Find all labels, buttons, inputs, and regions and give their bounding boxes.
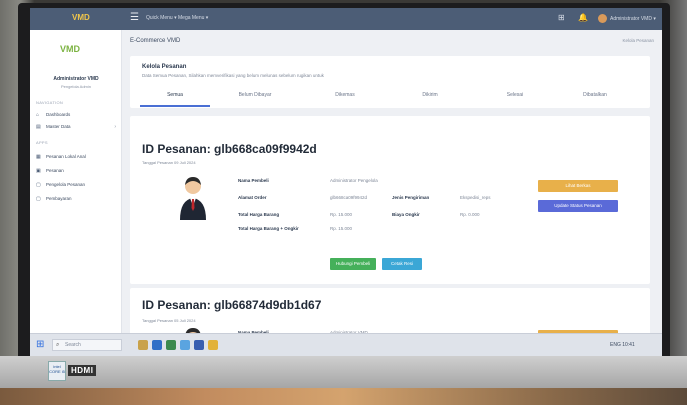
taskbar-search[interactable]: ⌕ Search xyxy=(52,339,122,351)
sidebar-section-navigation: NAVIGATION xyxy=(36,100,64,105)
box-icon: ▢ xyxy=(36,182,41,188)
desk-surface xyxy=(0,388,687,405)
list-icon: ▦ xyxy=(36,154,41,160)
field-value: Rp. 0.000 xyxy=(460,212,480,217)
task-view-icon[interactable] xyxy=(138,340,148,350)
order-id: ID Pesanan: glb66874d9db1d67 xyxy=(142,298,322,312)
sidebar: VMD Administrator VMD Pengelola Admin NA… xyxy=(30,30,122,333)
sidebar-item-master-data[interactable]: ▤ Master Data › xyxy=(36,122,118,132)
browser-screen: VMD ☰ Quick Menu ▾ Mega Menu ▾ ⊞ 🔔 Admin… xyxy=(30,8,662,356)
field-value: Rp. 15.000 xyxy=(330,226,353,231)
sidebar-item-pesanan-lokal[interactable]: ▦ Pesanan Lokal Anal xyxy=(36,152,118,162)
tab-semua[interactable]: Semua xyxy=(140,92,210,98)
view-files-button[interactable]: Lihat Berkas xyxy=(538,180,618,192)
order-date: Tanggal Pesanan 09 Juli 2024 xyxy=(142,160,196,165)
order-id: ID Pesanan: glb668ca09f9942d xyxy=(142,142,317,156)
brand-logo[interactable]: VMD xyxy=(72,13,90,22)
update-status-button[interactable]: Update Status Pesanan xyxy=(538,200,618,212)
field-label: Total Harga Barang xyxy=(238,212,280,217)
tab-selesai[interactable]: Selesai xyxy=(480,92,550,98)
tab-dikirim[interactable]: Dikirim xyxy=(395,92,465,98)
sidebar-section-apps: APPS xyxy=(36,140,48,145)
wallet-icon: ▢ xyxy=(36,196,41,202)
system-tray[interactable]: ENG 10:41 xyxy=(610,342,635,348)
grid-icon[interactable]: ⊞ xyxy=(558,13,565,22)
bell-icon[interactable]: 🔔 xyxy=(578,13,588,22)
hamburger-menu-icon[interactable]: ☰ xyxy=(130,13,139,23)
sidebar-item-dashboards[interactable]: ⌂ Dashboards xyxy=(36,110,118,120)
sidebar-item-pembayaran[interactable]: ▢ Pembayaran xyxy=(36,194,118,204)
vscode-icon[interactable] xyxy=(194,340,204,350)
main-content: E-Commerce VMD Kelola Pesanan Kelola Pes… xyxy=(122,30,662,348)
chrome-icon[interactable] xyxy=(166,340,176,350)
field-value: glb668ca09f9942d xyxy=(330,195,368,200)
field-label: Biaya Ongkir xyxy=(392,212,420,217)
sidebar-logo: VMD xyxy=(60,44,80,54)
sidebar-user-name: Administrator VMD xyxy=(53,76,99,82)
search-icon: ⌕ xyxy=(56,342,60,348)
chevron-right-icon: › xyxy=(114,124,116,130)
quick-menu[interactable]: Quick Menu ▾ xyxy=(146,15,177,21)
buyer-avatar-icon xyxy=(180,177,206,220)
user-avatar[interactable] xyxy=(598,14,607,23)
page-title: E-Commerce VMD xyxy=(130,38,181,44)
edge-icon[interactable] xyxy=(152,340,162,350)
breadcrumb[interactable]: Kelola Pesanan xyxy=(622,38,654,43)
top-navbar: VMD ☰ Quick Menu ▾ Mega Menu ▾ ⊞ 🔔 Admin… xyxy=(30,8,662,30)
active-tab-indicator xyxy=(140,105,210,107)
order-card: ID Pesanan: glb668ca09f9942d Tanggal Pes… xyxy=(130,116,650,284)
store-icon[interactable] xyxy=(180,340,190,350)
field-value: Rp. 15.000 xyxy=(330,212,353,217)
field-value: Administrator Pengelola xyxy=(330,178,378,183)
sidebar-user-role: Pengelola Admin xyxy=(60,84,92,89)
tab-belum-dibayar[interactable]: Belum Dibayar xyxy=(220,92,290,98)
tab-dikemas[interactable]: Dikemas xyxy=(310,92,380,98)
print-receipt-button[interactable]: Cetak Resi xyxy=(382,258,422,270)
field-value: Ekspedisi_reps xyxy=(460,195,491,200)
intel-sticker: intel CORE i5 xyxy=(48,361,66,381)
contact-buyer-button[interactable]: Hubungi Pembeli xyxy=(330,258,376,270)
orders-card: Kelola Pesanan Data Semua Pesanan, Silah… xyxy=(130,56,650,108)
hdmi-label: HDMI xyxy=(68,365,97,376)
windows-taskbar: ⊞ ⌕ Search ENG 10:41 xyxy=(30,333,662,356)
database-icon: ▤ xyxy=(36,124,41,130)
windows-start-icon[interactable]: ⊞ xyxy=(36,340,44,350)
home-icon: ⌂ xyxy=(36,112,40,118)
cart-icon: ▣ xyxy=(36,168,41,174)
sidebar-item-pesanan[interactable]: ▣ Pesanan xyxy=(36,166,118,176)
user-menu[interactable]: Administrator VMD ▾ xyxy=(610,16,656,22)
orders-card-title: Kelola Pesanan xyxy=(142,64,187,70)
field-label: Alamat Order xyxy=(238,195,267,200)
tab-dibatalkan[interactable]: Dibatalkan xyxy=(560,92,630,98)
mega-menu[interactable]: Mega Menu ▾ xyxy=(178,15,208,21)
field-label: Total Harga Barang + Ongkir xyxy=(238,226,299,231)
field-label: Nama Pembeli xyxy=(238,178,269,183)
orders-card-subtitle: Data Semua Pesanan, Silahkan memverifika… xyxy=(142,73,324,78)
order-date: Tanggal Pesanan 05 Juli 2024 xyxy=(142,318,196,323)
folder-icon[interactable] xyxy=(208,340,218,350)
field-label: Jenis Pengiriman xyxy=(392,195,430,200)
sidebar-item-pengelola-pesanan[interactable]: ▢ Pengelola Pesanan xyxy=(36,180,118,190)
